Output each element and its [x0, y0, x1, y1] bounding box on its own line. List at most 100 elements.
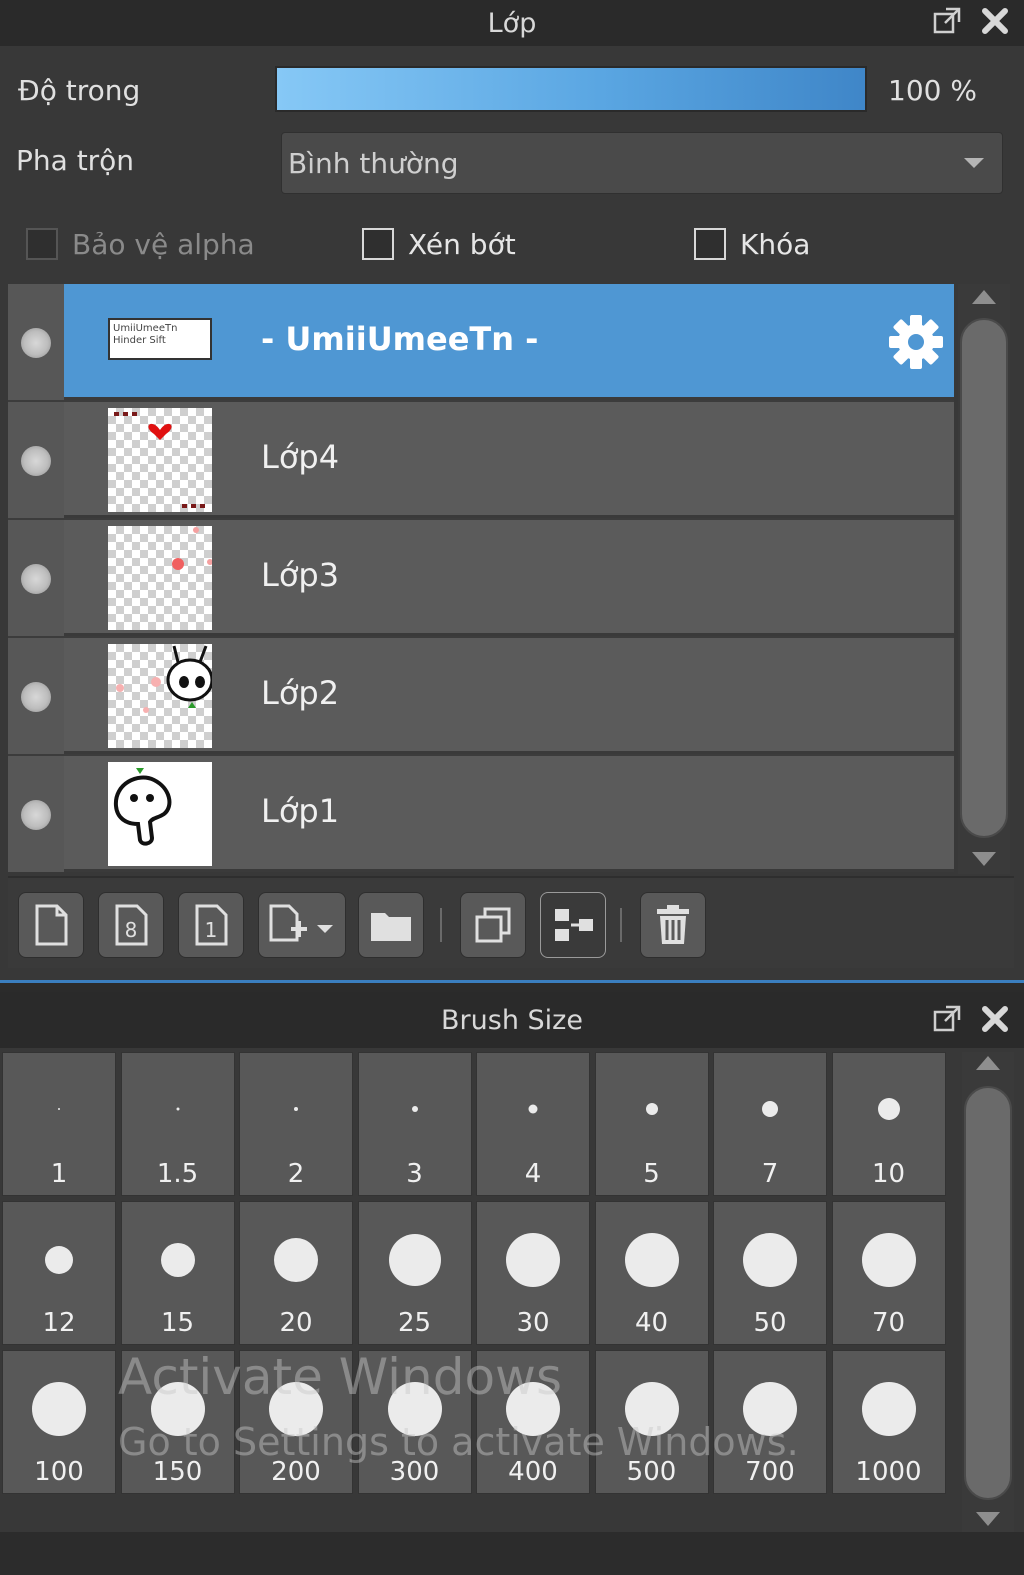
brush-size-cell[interactable]: 700: [713, 1350, 827, 1494]
brush-scrollbar[interactable]: [962, 1052, 1014, 1532]
brush-size-cell[interactable]: 1: [2, 1052, 116, 1196]
brush-dot-icon: [269, 1382, 323, 1436]
layer-row[interactable]: Lớp2: [8, 638, 954, 754]
popout-icon[interactable]: [930, 1002, 964, 1036]
brush-dot-icon: [861, 1233, 916, 1287]
brush-size-cell[interactable]: 12: [2, 1201, 116, 1345]
layer-panel-title: Lớp: [487, 7, 537, 39]
layer-thumbnail: [108, 644, 212, 748]
brush-size-cell[interactable]: 2: [239, 1052, 353, 1196]
visibility-toggle[interactable]: [8, 402, 64, 518]
brush-size-label: 4: [524, 1159, 542, 1189]
brush-size-cell[interactable]: 1.5: [120, 1052, 235, 1196]
layer-row[interactable]: Lớp1: [8, 756, 954, 872]
close-icon[interactable]: [978, 1002, 1012, 1036]
brush-size-cell[interactable]: 5: [594, 1052, 709, 1196]
brush-size-cell[interactable]: 200: [239, 1350, 353, 1494]
layer-list: UmiiUmeeTn Hinder Sift - UmiiUmeeTn - Lớ…: [8, 284, 954, 872]
brush-size-cell[interactable]: 150: [120, 1350, 235, 1494]
visibility-toggle[interactable]: [8, 284, 64, 400]
new-1bit-layer-button[interactable]: 1: [178, 892, 244, 958]
brush-size-cell[interactable]: 30: [476, 1201, 590, 1345]
layer-row[interactable]: Lớp3: [8, 520, 954, 636]
visibility-toggle[interactable]: [8, 638, 64, 754]
layer-options: Bảo vệ alpha Xén bớt Khóa: [0, 220, 1024, 268]
brush-size-cell[interactable]: 7: [713, 1052, 827, 1196]
checkbox-box: [694, 228, 726, 260]
visibility-toggle[interactable]: [8, 756, 64, 872]
brush-size-label: 500: [626, 1457, 677, 1487]
checkbox-box: [26, 228, 58, 260]
brush-size-cell[interactable]: 20: [239, 1201, 353, 1345]
scroll-thumb[interactable]: [964, 1086, 1012, 1500]
new-folder-button[interactable]: [358, 892, 424, 958]
brush-size-cell[interactable]: 40: [594, 1201, 709, 1345]
brush-size-cell[interactable]: 100: [2, 1350, 116, 1494]
checkbox-box: [362, 228, 394, 260]
brush-dot-icon: [506, 1233, 560, 1287]
brush-size-cell[interactable]: 3: [357, 1052, 472, 1196]
brush-size-cell[interactable]: 25: [357, 1201, 472, 1345]
brush-size-label: 1000: [855, 1457, 922, 1487]
brush-dot-icon: [624, 1382, 679, 1436]
close-icon[interactable]: [978, 4, 1012, 38]
lock-label: Khóa: [740, 227, 811, 261]
popout-icon[interactable]: [930, 4, 964, 38]
brush-size-cell[interactable]: 400: [476, 1350, 590, 1494]
brush-size-label: 300: [389, 1457, 440, 1487]
layer-row[interactable]: Lớp4: [8, 402, 954, 518]
brush-size-label: 3: [406, 1159, 423, 1189]
layer-panel: Độ trong 100 % Pha trộn Bình thường Bảo …: [0, 46, 1024, 980]
brush-size-cell[interactable]: 15: [120, 1201, 235, 1345]
page-8-icon: 8: [115, 904, 148, 946]
brush-size-label: 70: [871, 1308, 906, 1338]
brush-size-cell[interactable]: 500: [594, 1350, 709, 1494]
clipping-checkbox[interactable]: Xén bớt: [362, 220, 516, 268]
brush-dot-icon: [624, 1233, 679, 1287]
scroll-down-icon[interactable]: [976, 1512, 1000, 1526]
clipping-label: Xén bớt: [408, 227, 516, 261]
brush-size-label: 12: [42, 1308, 76, 1338]
opacity-value: 100 %: [888, 74, 977, 107]
gear-icon[interactable]: [886, 312, 946, 372]
new-8bit-layer-button[interactable]: 8: [98, 892, 164, 958]
brush-size-label: 30: [516, 1308, 550, 1338]
panel-splitter[interactable]: [0, 980, 1024, 990]
visibility-toggle[interactable]: [8, 520, 64, 636]
layer-name: Lớp3: [261, 556, 340, 594]
layer-list-scrollbar[interactable]: [958, 284, 1010, 874]
toolbar-separator: [440, 908, 442, 942]
brush-panel-header: Brush Size: [0, 992, 1024, 1048]
blend-mode-select[interactable]: Bình thường: [281, 132, 1003, 194]
brush-size-cell[interactable]: 300: [357, 1350, 472, 1494]
layer-thumbnail: [108, 526, 212, 630]
svg-text:8: 8: [125, 918, 138, 942]
scroll-thumb[interactable]: [960, 318, 1008, 838]
delete-layer-button[interactable]: [640, 892, 706, 958]
merge-down-button[interactable]: [540, 892, 606, 958]
layer-row[interactable]: UmiiUmeeTn Hinder Sift - UmiiUmeeTn -: [8, 284, 954, 400]
brush-size-cell[interactable]: 10: [831, 1052, 946, 1196]
brush-panel-footer: [0, 1532, 1024, 1575]
opacity-slider[interactable]: [275, 66, 867, 112]
add-layer-menu-button[interactable]: [258, 892, 346, 958]
new-layer-button[interactable]: [18, 892, 84, 958]
brush-size-label: 1: [50, 1159, 68, 1189]
scroll-down-icon[interactable]: [972, 852, 996, 866]
brush-size-cell[interactable]: 50: [713, 1201, 827, 1345]
merge-icon: [555, 909, 593, 941]
brush-dot-icon: [387, 1382, 442, 1436]
add-page-icon: [269, 904, 333, 942]
duplicate-layer-button[interactable]: [460, 892, 526, 958]
brush-dot-icon: [294, 1107, 298, 1111]
protect-alpha-checkbox[interactable]: Bảo vệ alpha: [26, 220, 255, 268]
scroll-up-icon[interactable]: [972, 290, 996, 304]
opacity-label: Độ trong: [18, 74, 141, 107]
brush-size-label: 700: [745, 1457, 795, 1487]
brush-size-cell[interactable]: 4: [476, 1052, 590, 1196]
brush-size-cell[interactable]: 1000: [831, 1350, 946, 1494]
scroll-up-icon[interactable]: [976, 1056, 1000, 1070]
lock-checkbox[interactable]: Khóa: [694, 220, 810, 268]
brush-size-cell[interactable]: 70: [831, 1201, 946, 1345]
brush-dot-icon: [877, 1098, 900, 1120]
